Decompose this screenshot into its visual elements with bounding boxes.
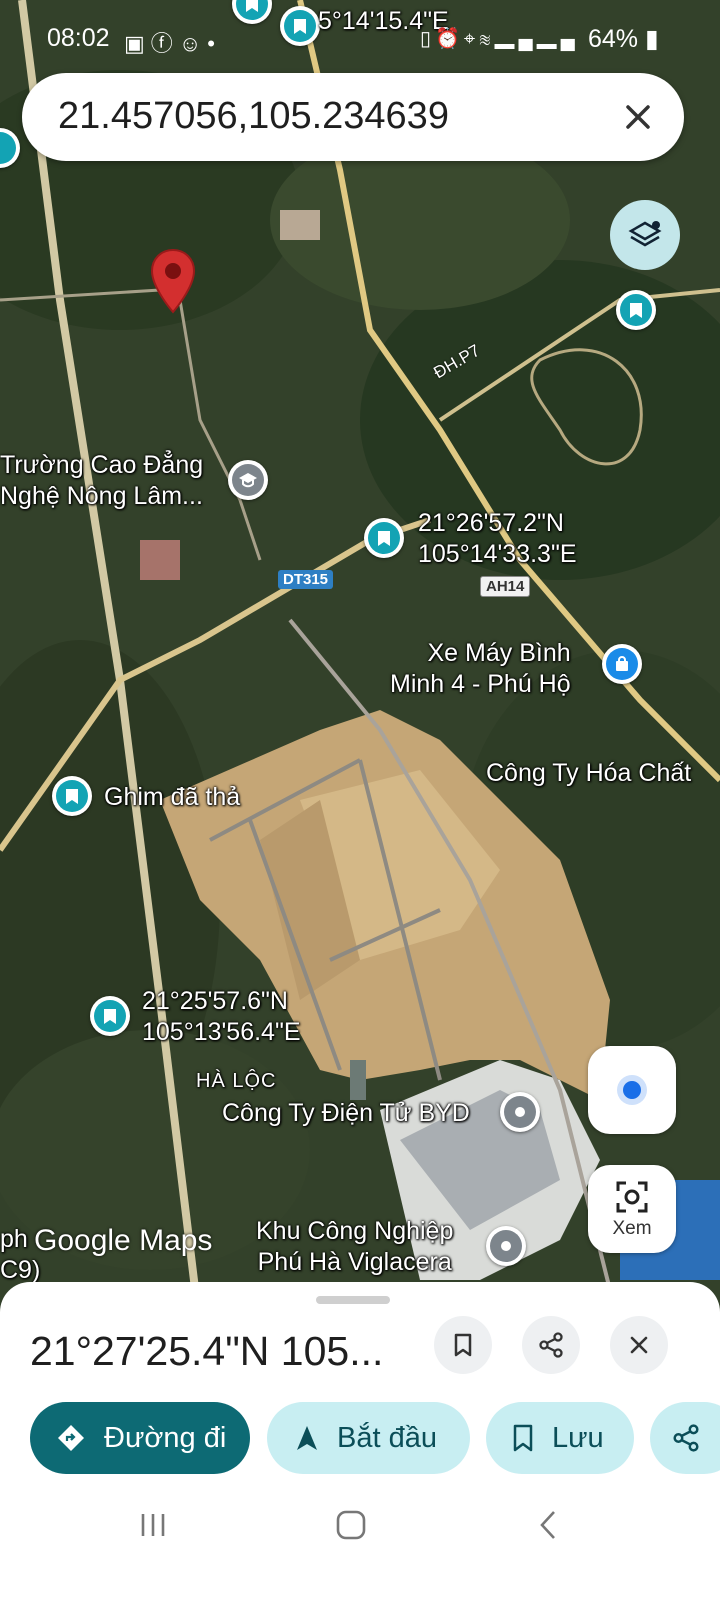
label-motorbike-shop[interactable]: Xe Máy Bình Minh 4 - Phú Hộ [390, 638, 571, 700]
location-icon: ⌖ [463, 28, 480, 50]
place-title: 21°27'25.4"N 105... [30, 1328, 384, 1374]
layers-button[interactable] [610, 200, 680, 270]
battery-icon: ▮ [638, 25, 659, 53]
bookmark-icon [620, 294, 652, 326]
bookmark-outline-icon [454, 1333, 472, 1357]
label-industrial-park[interactable]: Khu Công Nghiệp Phú Hà Viglacera [256, 1216, 453, 1278]
system-icons: ▯⏰⌖≋▂▄▂▄ [420, 26, 579, 51]
home-icon[interactable] [334, 1508, 368, 1542]
gallery-icon: ▣ [124, 31, 151, 56]
save-button[interactable]: Lưu [486, 1402, 634, 1474]
layers-icon [628, 221, 662, 247]
saved-pin-coord-1[interactable] [364, 518, 404, 558]
start-label: Bắt đầu [337, 1421, 437, 1454]
saved-pin-right[interactable] [616, 290, 656, 330]
share-icon [539, 1332, 563, 1358]
share-button[interactable] [650, 1402, 720, 1474]
lens-view-button[interactable]: Xem [588, 1165, 676, 1253]
place-pin-industrial-park[interactable] [486, 1226, 526, 1266]
close-icon [630, 1336, 648, 1354]
bookmark-icon [94, 1000, 126, 1032]
lens-label: Xem [612, 1218, 652, 1239]
lens-icon [616, 1181, 648, 1213]
label-coord-1[interactable]: 21°26'57.2"N 105°14'33.3"E [418, 508, 577, 570]
status-bar: 08:02 ▣ⓕ☺• ▯⏰⌖≋▂▄▂▄ 64% ▮ [0, 20, 720, 60]
saved-pin-coord-2[interactable] [90, 996, 130, 1036]
bookmark-outline-icon [513, 1424, 533, 1452]
notification-icons: ▣ⓕ☺• [124, 26, 221, 58]
directions-label: Đường đi [104, 1421, 227, 1454]
label-chemical-company[interactable]: Công Ty Hóa Chất [486, 758, 691, 789]
share-icon [673, 1424, 699, 1452]
dot-icon: • [207, 31, 221, 56]
back-icon[interactable] [536, 1508, 560, 1542]
save-icon-button[interactable] [434, 1316, 492, 1374]
battery-level: 64% ▮ [588, 25, 659, 53]
bookmark-icon [56, 780, 88, 812]
status-time: 08:02 [47, 24, 110, 52]
place-bottom-sheet[interactable]: 21°27'25.4"N 105... Đường đi Bắt đầu Lưu [0, 1282, 720, 1600]
shopping-bag-icon [606, 648, 638, 680]
wifi-icon: ≋ [479, 28, 495, 50]
facebook-icon: ⓕ [150, 31, 179, 56]
place-pin-byd[interactable] [500, 1092, 540, 1132]
dropped-pin-marker[interactable] [150, 248, 196, 314]
share-icon-button[interactable] [522, 1316, 580, 1374]
search-query[interactable]: 21.457056,105.234639 [58, 95, 449, 138]
place-pin-college[interactable] [228, 460, 268, 500]
user-icon: ☺ [178, 31, 208, 56]
signal-icon: ▂▄ [494, 28, 537, 50]
signal-icon: ▂▄ [536, 28, 579, 50]
label-byd[interactable]: Công Ty Điện Tử BYD [222, 1098, 470, 1129]
pin-icon [0, 132, 16, 164]
close-sheet-button[interactable] [610, 1316, 668, 1374]
label-college[interactable]: Trường Cao Đẳng Nghệ Nông Lâm... [0, 450, 203, 512]
road-shield-ah14: AH14 [480, 576, 531, 597]
alarm-icon: ⏰ [435, 28, 464, 50]
sheet-drag-handle[interactable] [316, 1296, 390, 1304]
close-icon[interactable] [618, 97, 658, 137]
saved-pin-dropped[interactable] [52, 776, 92, 816]
bookmark-icon [236, 0, 268, 20]
road-shield-dt315: DT315 [278, 570, 334, 589]
recent-apps-icon[interactable] [138, 1510, 168, 1540]
label-ha-loc: HÀ LỘC [196, 1070, 277, 1092]
label-dropped-pin[interactable]: Ghim đã thả [104, 782, 240, 813]
place-dot-icon [490, 1230, 522, 1262]
nfc-icon: ▯ [420, 28, 436, 50]
place-pin-shop[interactable] [602, 644, 642, 684]
directions-button[interactable]: Đường đi [30, 1402, 250, 1474]
system-nav-bar [0, 1490, 720, 1560]
my-location-icon [617, 1075, 647, 1105]
my-location-button[interactable] [588, 1046, 676, 1134]
place-dot-icon [504, 1096, 536, 1128]
bookmark-icon [368, 522, 400, 554]
navigation-arrow-icon [297, 1426, 317, 1450]
start-navigation-button[interactable]: Bắt đầu [267, 1402, 470, 1474]
save-label: Lưu [552, 1421, 604, 1454]
google-maps-watermark: Google Maps [34, 1224, 213, 1257]
school-icon [232, 464, 264, 496]
label-coord-2[interactable]: 21°25'57.6"N 105°13'56.4"E [142, 986, 301, 1048]
search-bar[interactable]: 21.457056,105.234639 [22, 73, 684, 161]
directions-icon [58, 1425, 84, 1451]
